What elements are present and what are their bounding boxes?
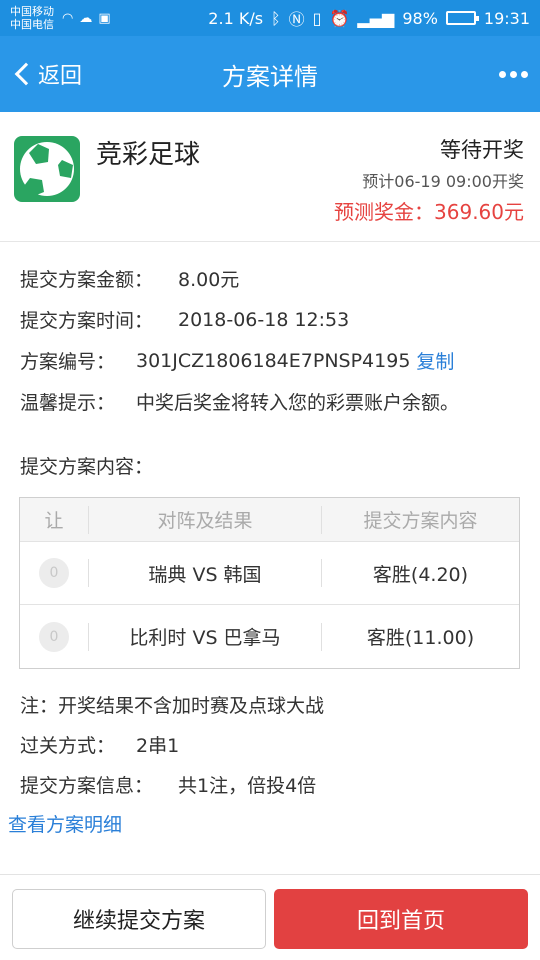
more-dot-icon	[521, 70, 528, 78]
back-to-home-button[interactable]: 回到首页	[274, 889, 528, 949]
plan-id-value: 301JCZ1806184E7PNSP4195	[136, 349, 411, 372]
plan-id-row: 方案编号： 301JCZ1806184E7PNSP4195 复制	[20, 340, 520, 381]
signal-icon: ▂▄▆	[357, 8, 395, 28]
chevron-left-icon	[14, 62, 38, 86]
pick-cell: 客胜(11.00)	[366, 627, 475, 649]
plan-info: 提交方案金额： 8.00元 提交方案时间： 2018-06-18 12:53 方…	[20, 258, 520, 422]
more-menu-button[interactable]	[499, 36, 528, 112]
battery-percent: 98%	[402, 8, 438, 28]
pass-type-label: 过关方式：	[20, 734, 116, 757]
nfc-icon: Ⓝ	[288, 10, 305, 29]
prize-label: 预测奖金：	[334, 200, 435, 224]
col-match: 对阵及结果	[157, 510, 253, 532]
back-label: 返回	[38, 64, 83, 89]
handicap-cell: 0	[20, 558, 88, 588]
note-row: 注：开奖结果不含加时赛及点球大战	[20, 684, 520, 724]
pass-type-value: 2串1	[136, 734, 180, 757]
plan-info-value: 共1注，倍投4倍	[178, 774, 317, 797]
amount-value: 8.00元	[178, 269, 240, 291]
wifi-icon: ◠	[62, 10, 74, 26]
table-row: 0 瑞典 VS 韩国 客胜(4.20)	[20, 542, 519, 605]
match-cell: 瑞典 VS 韩国	[148, 563, 262, 586]
plan-header: 竞彩足球 等待开奖 预计06-19 09:00开奖 预测奖金：369.60元	[0, 112, 540, 242]
amount-row: 提交方案金额： 8.00元	[20, 258, 520, 299]
submit-time-label: 提交方案时间：	[20, 310, 154, 332]
copy-link[interactable]: 复制	[416, 347, 454, 374]
cloud-icon: ☁	[79, 10, 93, 26]
clock: 19:31	[483, 8, 530, 28]
continue-submit-button[interactable]: 继续提交方案	[12, 889, 266, 949]
col-pick: 提交方案内容	[363, 510, 478, 532]
content-title: 提交方案内容：	[20, 456, 154, 478]
table-row: 0 比利时 VS 巴拿马 客胜(11.00)	[20, 605, 519, 668]
status-right: 2.1 K/s ᛒ Ⓝ ▯ ⏰ ▂▄▆ 98% 19:31	[208, 6, 530, 30]
pass-type-row: 过关方式： 2串1	[20, 724, 520, 764]
handicap-badge: 0	[39, 558, 69, 588]
status-bar: 中国移动 中国电信 ◠ ☁ ▣ 2.1 K/s ᛒ Ⓝ ▯ ⏰ ▂▄▆ 98% …	[0, 0, 540, 36]
plan-info-label: 提交方案信息：	[20, 774, 154, 797]
submit-time-value: 2018-06-18 12:53	[178, 308, 350, 331]
soccer-ball-graphic	[20, 142, 74, 196]
view-plan-detail-link[interactable]: 查看方案明细	[8, 810, 122, 837]
network-speed: 2.1 K/s	[208, 8, 264, 28]
more-dot-icon	[499, 70, 506, 78]
col-handicap: 让	[44, 510, 64, 532]
plan-notes: 注：开奖结果不含加时赛及点球大战 过关方式： 2串1 提交方案信息： 共1注，倍…	[20, 684, 520, 804]
more-dot-icon	[510, 70, 517, 78]
bottom-action-bar: 继续提交方案 回到首页	[0, 874, 540, 960]
soccer-ball-icon	[14, 136, 80, 202]
back-button[interactable]: 返回	[0, 36, 82, 112]
handicap-badge: 0	[39, 621, 69, 652]
carrier-1: 中国移动	[10, 5, 54, 18]
nav-bar: 返回 方案详情	[0, 36, 540, 112]
table-header: 让 对阵及结果 提交方案内容	[20, 498, 519, 542]
pick-cell: 客胜(4.20)	[372, 563, 469, 586]
plan-status-block: 等待开奖 预计06-19 09:00开奖 预测奖金：369.60元	[334, 134, 524, 225]
draw-time: 预计06-19 09:00开奖	[362, 172, 524, 191]
tip-value: 中奖后奖金将转入您的彩票账户余额。	[136, 392, 460, 414]
prize-value: 369.60元	[434, 200, 524, 224]
plan-info-row: 提交方案信息： 共1注，倍投4倍	[20, 764, 520, 804]
predicted-prize: 预测奖金：369.60元	[334, 196, 524, 225]
vibrate-icon: ▯	[312, 8, 322, 28]
status-icons: ◠ ☁ ▣	[62, 11, 111, 26]
plan-content-table: 让 对阵及结果 提交方案内容 0 瑞典 VS 韩国 客胜(4.20) 0 比利时…	[19, 497, 520, 669]
draw-status: 等待开奖	[440, 138, 524, 162]
handicap-cell: 0	[20, 621, 88, 652]
tip-row: 温馨提示： 中奖后奖金将转入您的彩票账户余额。	[20, 381, 520, 422]
lottery-name: 竞彩足球	[96, 140, 201, 170]
submit-time-row: 提交方案时间： 2018-06-18 12:53	[20, 299, 520, 340]
carrier-info: 中国移动 中国电信	[10, 5, 54, 31]
note-text: 注：开奖结果不含加时赛及点球大战	[20, 694, 325, 717]
match-cell: 比利时 VS 巴拿马	[129, 627, 281, 649]
battery-icon	[445, 11, 479, 25]
app-notification-icon: ▣	[98, 10, 111, 26]
alarm-icon: ⏰	[329, 8, 350, 28]
carrier-2: 中国电信	[10, 18, 54, 31]
bluetooth-icon: ᛒ	[271, 8, 281, 28]
amount-label: 提交方案金额：	[20, 269, 154, 291]
plan-id-label: 方案编号：	[20, 351, 116, 373]
tip-label: 温馨提示：	[20, 392, 116, 414]
